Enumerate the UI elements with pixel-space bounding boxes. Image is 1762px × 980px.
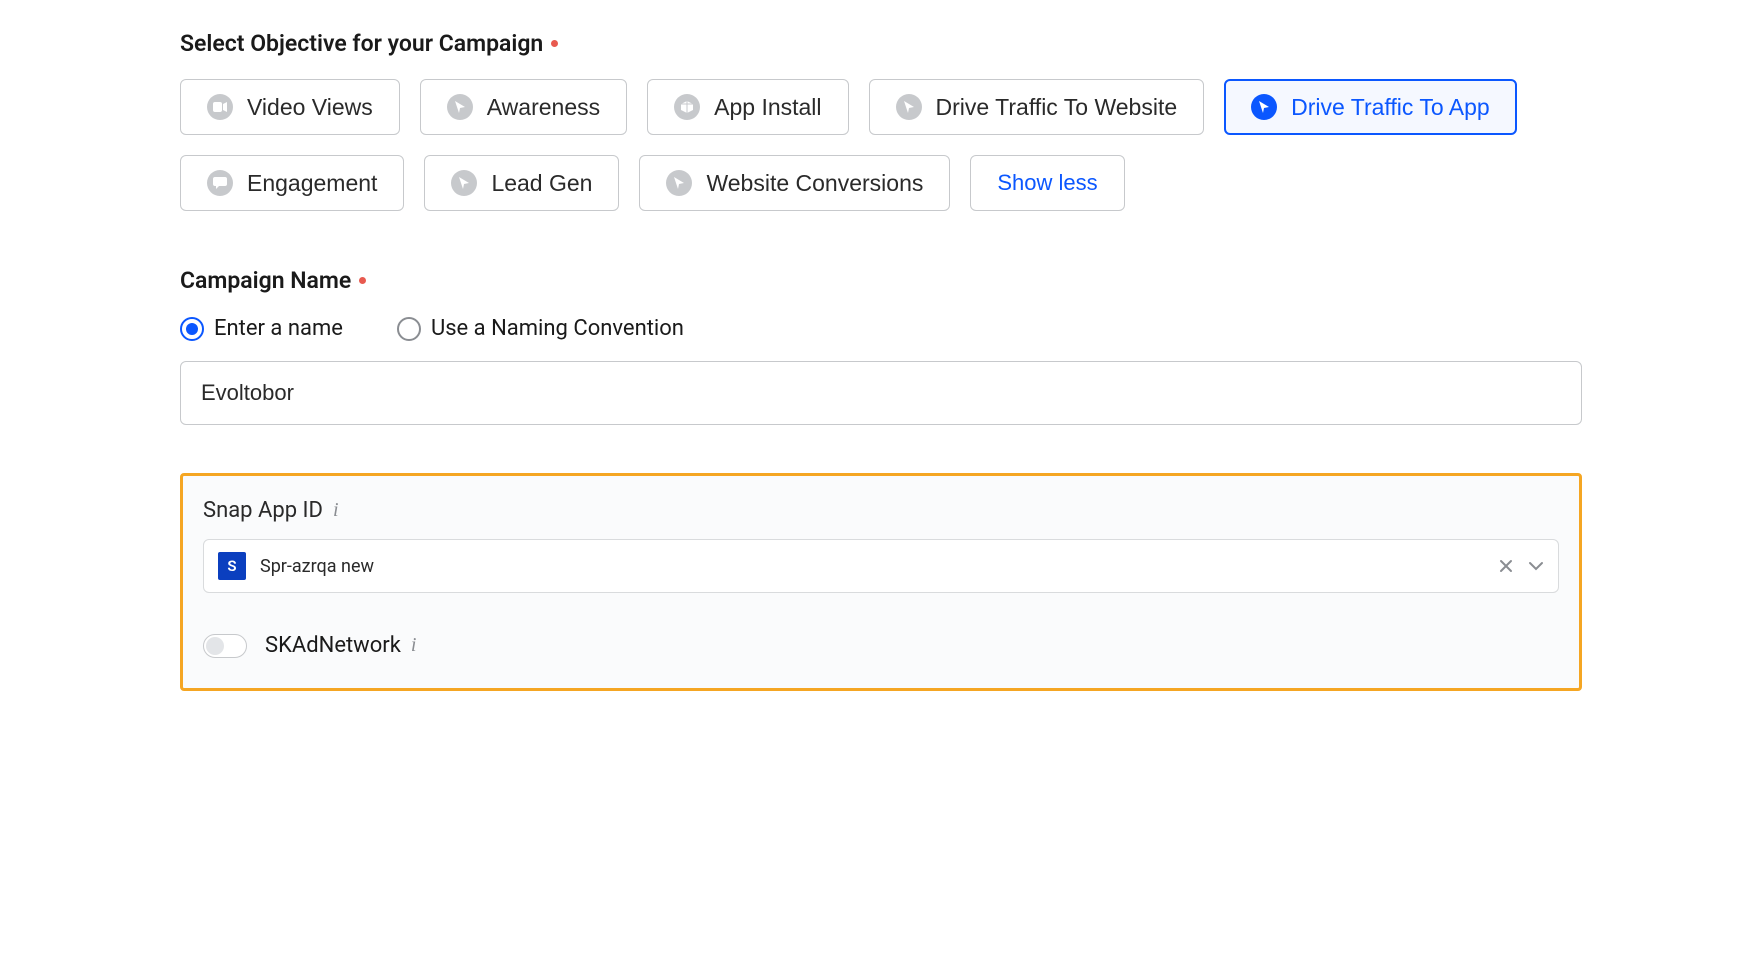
- objective-options: Video Views Awareness App Install Drive …: [180, 79, 1582, 211]
- objective-label: Awareness: [487, 96, 600, 119]
- objective-title-text: Select Objective for your Campaign: [180, 30, 543, 57]
- objective-label: Drive Traffic To App: [1291, 96, 1490, 119]
- chat-icon: [207, 170, 233, 196]
- skadnetwork-label-text: SKAdNetwork: [265, 633, 401, 658]
- cursor-icon: [896, 94, 922, 120]
- objective-label: Lead Gen: [491, 172, 592, 195]
- objective-section-title: Select Objective for your Campaign: [180, 30, 1582, 57]
- radio-icon: [180, 317, 204, 341]
- radio-naming-convention[interactable]: Use a Naming Convention: [397, 316, 684, 341]
- snap-app-id-label: Snap App ID i: [203, 498, 1559, 523]
- app-chip-icon: S: [218, 552, 246, 580]
- objective-drive-traffic-app[interactable]: Drive Traffic To App: [1224, 79, 1517, 135]
- chevron-down-icon[interactable]: [1528, 561, 1544, 571]
- skadnetwork-row: SKAdNetwork i: [203, 633, 1559, 658]
- objective-label: Video Views: [247, 96, 373, 119]
- snap-app-id-select[interactable]: S Spr-azrqa new: [203, 539, 1559, 593]
- objective-engagement[interactable]: Engagement: [180, 155, 404, 211]
- objective-website-conversions[interactable]: Website Conversions: [639, 155, 950, 211]
- objective-label: App Install: [714, 96, 821, 119]
- select-actions: [1498, 558, 1544, 574]
- skadnetwork-label: SKAdNetwork i: [265, 633, 416, 658]
- cursor-icon: [447, 94, 473, 120]
- campaign-name-input[interactable]: [180, 361, 1582, 425]
- objective-label: Engagement: [247, 172, 377, 195]
- objective-video-views[interactable]: Video Views: [180, 79, 400, 135]
- info-icon[interactable]: i: [333, 499, 339, 522]
- cube-icon: [674, 94, 700, 120]
- snap-app-id-panel: Snap App ID i S Spr-azrqa new SKAdNetwor…: [180, 473, 1582, 691]
- radio-enter-name[interactable]: Enter a name: [180, 316, 343, 341]
- objective-label: Drive Traffic To Website: [936, 96, 1178, 119]
- show-less-button[interactable]: Show less: [970, 155, 1124, 211]
- info-icon[interactable]: i: [411, 634, 417, 657]
- cursor-icon: [451, 170, 477, 196]
- cursor-icon: [666, 170, 692, 196]
- snap-app-id-value: Spr-azrqa new: [260, 556, 1484, 577]
- radio-label: Enter a name: [214, 316, 343, 341]
- show-less-label: Show less: [997, 172, 1097, 194]
- snap-app-id-label-text: Snap App ID: [203, 498, 323, 523]
- radio-icon: [397, 317, 421, 341]
- clear-icon[interactable]: [1498, 558, 1514, 574]
- radio-label: Use a Naming Convention: [431, 316, 684, 341]
- skadnetwork-toggle[interactable]: [203, 634, 247, 658]
- video-icon: [207, 94, 233, 120]
- objective-drive-traffic-website[interactable]: Drive Traffic To Website: [869, 79, 1205, 135]
- required-indicator-icon: [551, 40, 558, 47]
- campaign-name-title-text: Campaign Name: [180, 267, 351, 294]
- objective-awareness[interactable]: Awareness: [420, 79, 627, 135]
- cursor-icon: [1251, 94, 1277, 120]
- objective-label: Website Conversions: [706, 172, 923, 195]
- objective-app-install[interactable]: App Install: [647, 79, 848, 135]
- campaign-name-mode-row: Enter a name Use a Naming Convention: [180, 316, 1582, 341]
- campaign-name-title: Campaign Name: [180, 267, 1582, 294]
- objective-lead-gen[interactable]: Lead Gen: [424, 155, 619, 211]
- required-indicator-icon: [359, 277, 366, 284]
